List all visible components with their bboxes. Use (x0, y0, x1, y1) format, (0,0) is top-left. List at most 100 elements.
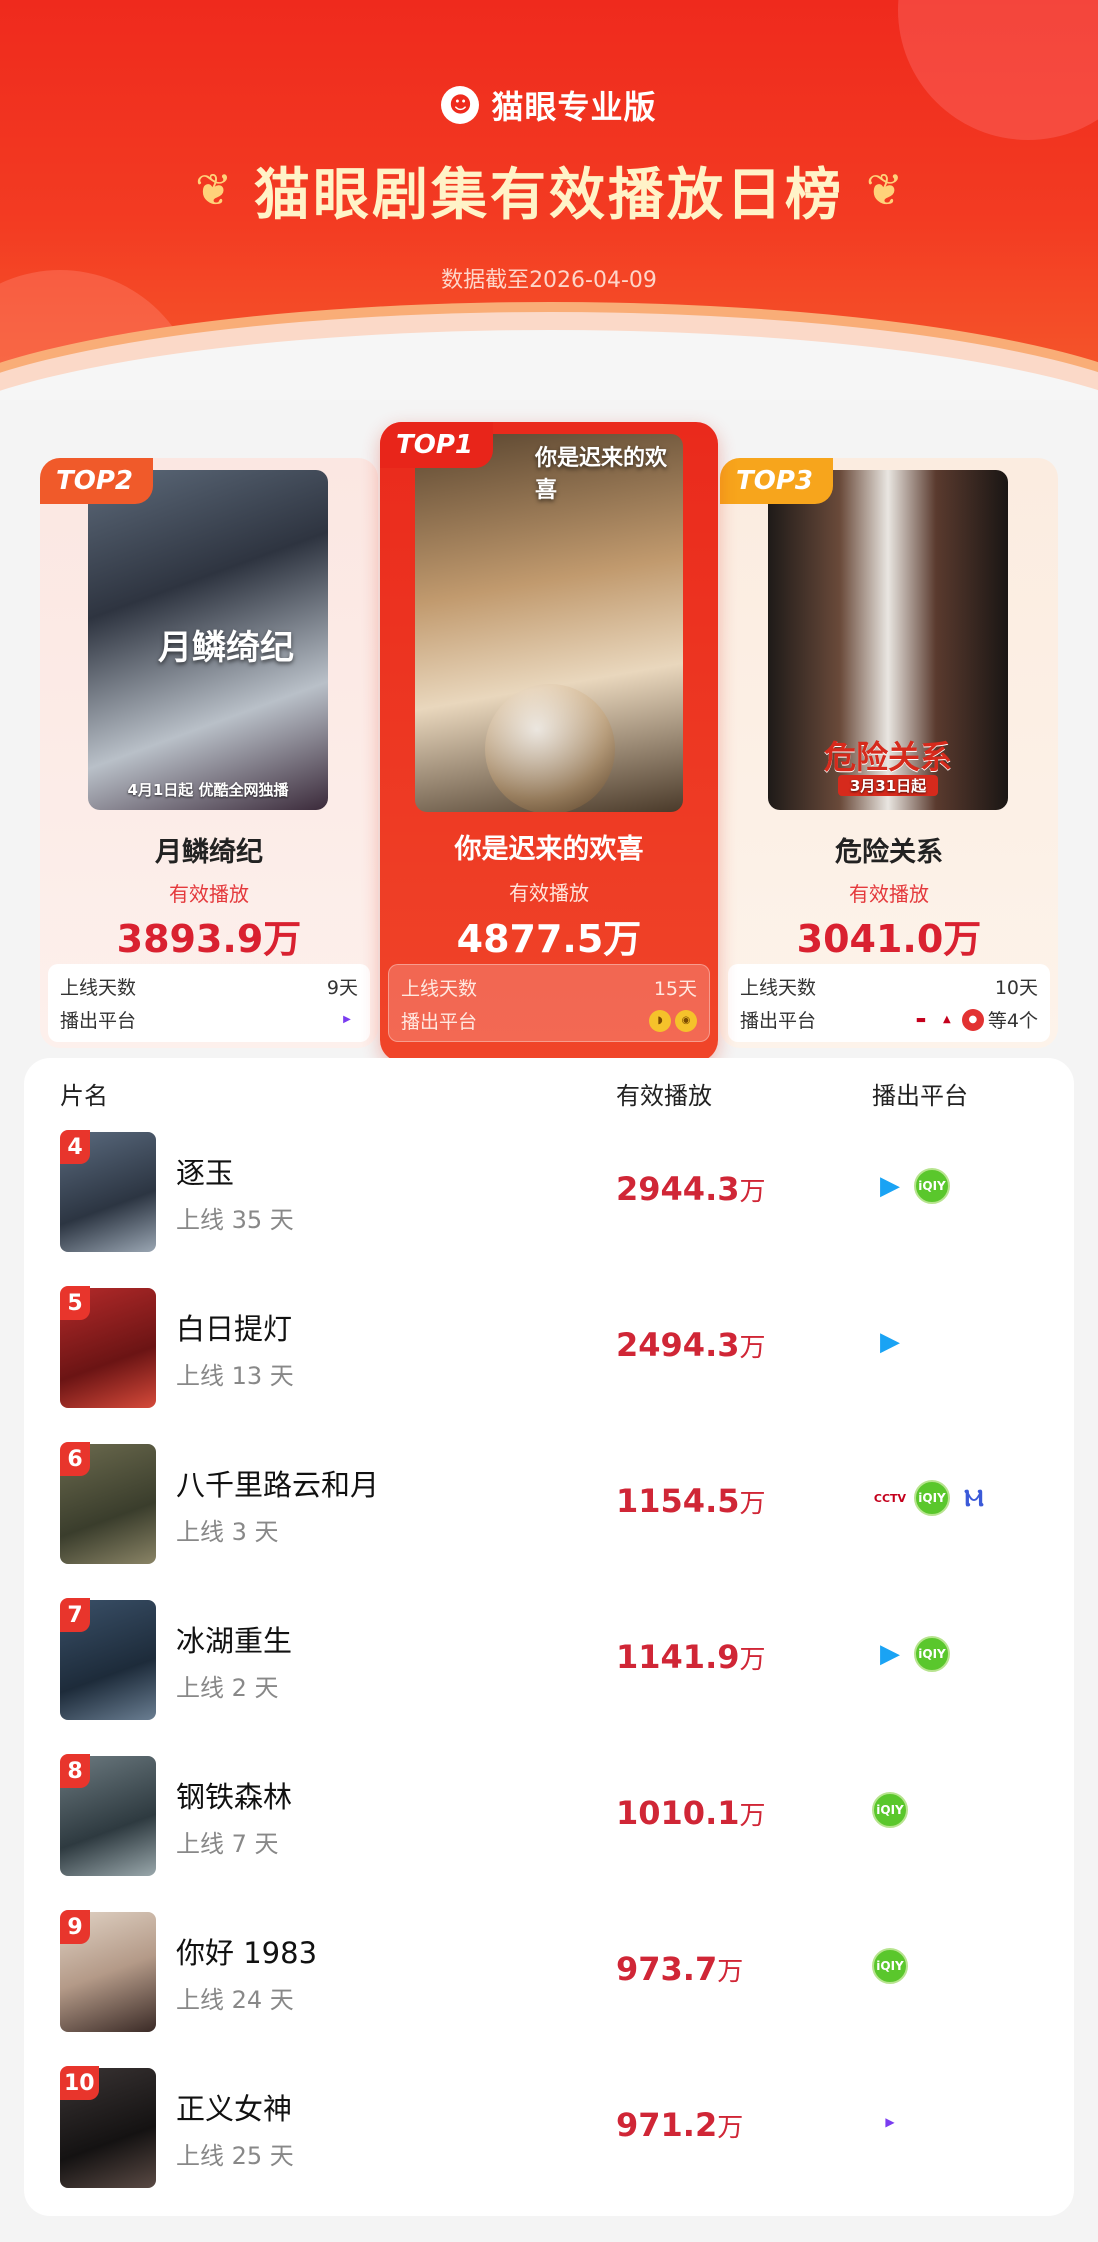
top2-card[interactable]: 月鳞绮纪 4月1日起 优酷全网独播 TOP2 月鳞绮纪 有效播放 3893.9万… (40, 458, 378, 1048)
drama-name: 你是迟来的欢喜 (454, 834, 644, 865)
rank-tag: TOP2 (40, 458, 153, 504)
list-header: 片名 有效播放 播出平台 (24, 1076, 1074, 1126)
drama-name: 八千里路云和月 (176, 1468, 380, 1502)
youku-icon: ▶ (343, 1014, 351, 1025)
ranking-list: 片名 有效播放 播出平台 4 逐玉 上线 35 天 2944.3万 ▶ iQIY… (24, 1058, 1074, 2216)
laurel-left-icon: ❦ (195, 165, 232, 216)
play-value: 3893.9万 (116, 917, 302, 961)
col-platform-header: 播出平台 (872, 1082, 968, 1110)
page-title: 猫眼剧集有效播放日榜 (254, 163, 844, 228)
days-online: 上线 3 天 (176, 1518, 279, 1546)
iqiyi-icon: iQIY (872, 1948, 908, 1984)
youku-icon: ◉ (675, 1009, 697, 1032)
rank-badge: 8 (60, 1754, 90, 1788)
poster-caption: 4月1日起 优酷全网独播 (127, 781, 289, 799)
rank-tag: TOP1 (380, 422, 493, 468)
platform-more[interactable]: 等4个 (988, 1006, 1038, 1033)
platform-icons: ▶ iQIY (872, 1168, 950, 1204)
days-label: 上线天数 (401, 978, 478, 1000)
top1-card[interactable]: 你是迟来的欢喜 TOP1 你是迟来的欢喜 有效播放 4877.5万 上线天数 1… (380, 422, 718, 1062)
metric-label: 有效播放 (509, 881, 589, 905)
days-online: 上线 2 天 (176, 1674, 279, 1702)
cat-logo-icon: ☻ (441, 86, 480, 124)
play-count: 1154.5万 (616, 1482, 766, 1520)
poster-title: 危险关系 (823, 738, 952, 776)
platform-icons: ▶ (872, 2104, 908, 2140)
play-count: 973.7万 (616, 1950, 743, 1988)
play-value: 1154.5 (616, 1482, 740, 1520)
play-value: 973.7 (616, 1950, 718, 1988)
laurel-right-icon: ❦ (866, 165, 903, 216)
days-online: 上线 13 天 (176, 1362, 294, 1390)
list-item[interactable]: 4 逐玉 上线 35 天 2944.3万 ▶ iQIY (24, 1122, 1074, 1278)
title-row: ❦ 猫眼剧集有效播放日榜 ❦ (0, 150, 1098, 231)
days-online: 上线 35 天 (176, 1206, 294, 1234)
drama-name: 白日提灯 (176, 1312, 293, 1346)
tencent-video-icon: ▶ (880, 1327, 900, 1357)
play-count: 1010.1万 (616, 1794, 766, 1832)
drama-name: 逐玉 (176, 1156, 235, 1190)
top1-poster[interactable]: 你是迟来的欢喜 (415, 434, 683, 812)
redplatform-icon: ● (961, 1008, 984, 1031)
tencent-icon: ◗ (649, 1009, 671, 1032)
unit: 万 (739, 1177, 766, 1207)
cctv-icon: CCTV (873, 1491, 907, 1505)
unit: 万 (739, 1489, 766, 1519)
list-item[interactable]: 5 白日提灯 上线 13 天 2494.3万 ▶ (24, 1278, 1074, 1434)
platform-label: 播出平台 (740, 1010, 817, 1032)
drama-name: 月鳞绮纪 (155, 837, 263, 868)
iqiyi-icon: iQIY (872, 1792, 908, 1828)
rank-badge: 6 (60, 1442, 90, 1476)
top2-poster[interactable]: 月鳞绮纪 4月1日起 优酷全网独播 (88, 470, 328, 810)
play-count: 2944.3万 (616, 1170, 766, 1208)
platform-icons: ▶ (872, 1324, 908, 1360)
poster-caption: 3月31日起 (838, 775, 938, 796)
play-count: 971.2万 (616, 2106, 743, 2144)
unit: 万 (717, 1957, 744, 1987)
play-value: 2494.3 (616, 1326, 740, 1364)
days-online: 上线 25 天 (176, 2142, 294, 2170)
platform-icons: iQIY (872, 1792, 908, 1828)
unit: 万 (739, 1645, 766, 1675)
days-value: 15天 (653, 978, 697, 1000)
days-online: 上线 24 天 (176, 1986, 294, 2014)
play-value: 4877.5万 (456, 917, 642, 961)
play-value: 971.2 (616, 2106, 718, 2144)
play-count: 2494.3万 (616, 1326, 766, 1364)
data-date: 数据截至2026-04-09 (441, 268, 657, 293)
list-item[interactable]: 7 冰湖重生 上线 2 天 1141.9万 ▶ iQIY (24, 1590, 1074, 1746)
metric-label: 有效播放 (849, 882, 929, 906)
platform-icons: iQIY (872, 1948, 908, 1984)
unit: 万 (739, 1333, 766, 1363)
iqiyi-icon: iQIY (914, 1636, 950, 1672)
rank-badge: 5 (60, 1286, 90, 1320)
rank-badge: 4 (60, 1130, 90, 1164)
unit: 万 (739, 1801, 766, 1831)
play-value: 1141.9 (616, 1638, 740, 1676)
days-value: 9天 (326, 977, 358, 999)
col-name-header: 片名 (60, 1082, 108, 1110)
iqiyi-icon: iQIY (914, 1168, 950, 1204)
top3-card[interactable]: 危险关系 3月31日起 TOP3 危险关系 有效播放 3041.0万 上线天数 … (720, 458, 1058, 1048)
drama-name: 你好 1983 (176, 1936, 318, 1970)
tencent-video-icon: ▶ (880, 1171, 900, 1201)
info-box: 上线天数 10天 播出平台 ▬ ▲ ● 等4个 (728, 964, 1050, 1042)
mgtv-icon: Ⲙ (964, 1484, 984, 1512)
top3-poster[interactable]: 危险关系 3月31日起 (768, 470, 1008, 810)
play-value: 1010.1 (616, 1794, 740, 1832)
drama-name: 冰湖重生 (176, 1624, 293, 1658)
list-item[interactable]: 9 你好 1983 上线 24 天 973.7万 iQIY (24, 1902, 1074, 2058)
drama-name: 钢铁森林 (176, 1780, 293, 1814)
list-item[interactable]: 10 正义女神 上线 25 天 971.2万 ▶ (24, 2058, 1074, 2214)
play-value: 2944.3 (616, 1170, 740, 1208)
col-plays-header: 有效播放 (616, 1082, 712, 1110)
list-item[interactable]: 8 钢铁森林 上线 7 天 1010.1万 iQIY (24, 1746, 1074, 1902)
tencent-video-icon: ▶ (880, 1639, 900, 1669)
list-item[interactable]: 6 八千里路云和月 上线 3 天 1154.5万 CCTV iQIY Ⲙ (24, 1434, 1074, 1590)
cctv-icon: ▬ (915, 1013, 927, 1026)
poster-title: 你是迟来的欢喜 (535, 446, 668, 503)
brand-name: 猫眼专业版 (491, 88, 657, 126)
header-banner: ☻ 猫眼专业版 ❦ 猫眼剧集有效播放日榜 ❦ 数据截至2026-04-09 (0, 0, 1098, 400)
snow-globe-art (485, 684, 615, 812)
days-label: 上线天数 (740, 977, 817, 999)
